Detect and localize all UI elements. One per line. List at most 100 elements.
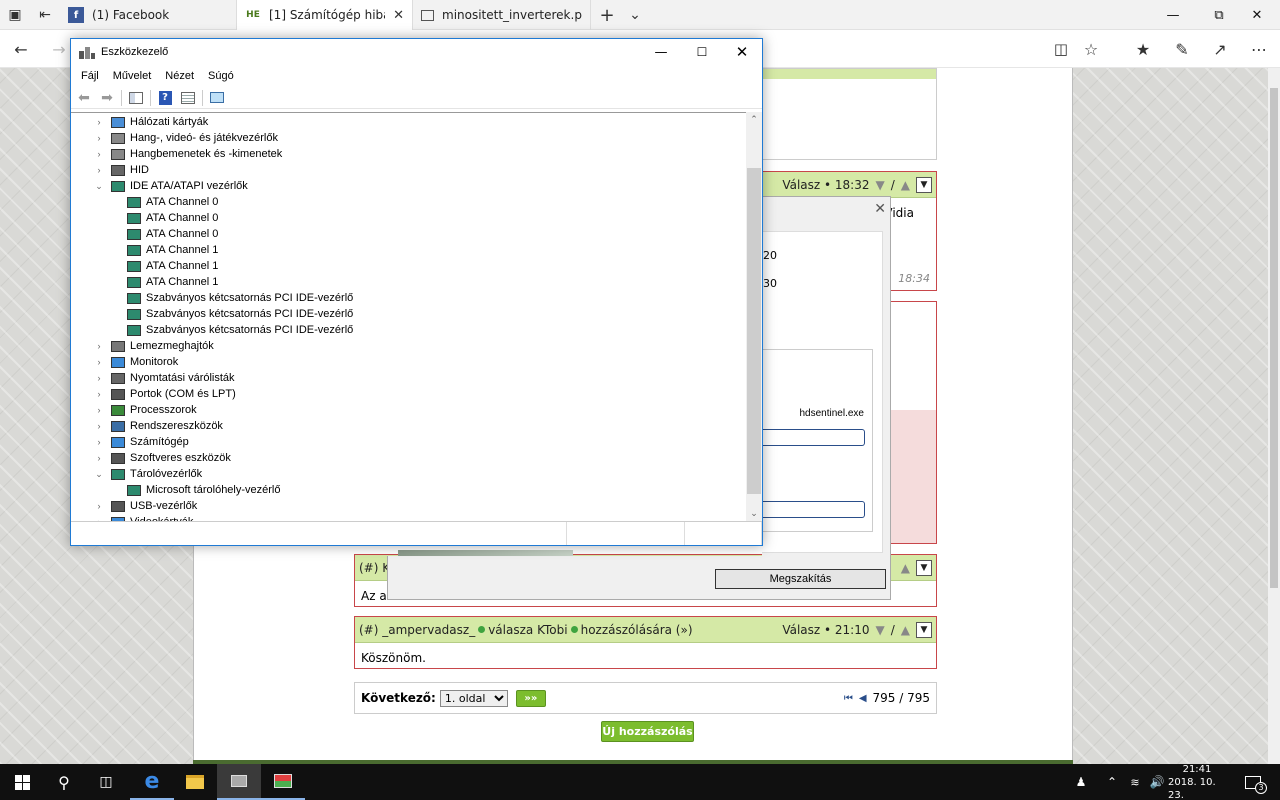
collapsed-chevron-icon[interactable]: ›	[93, 389, 105, 399]
collapsed-chevron-icon[interactable]: ›	[93, 453, 105, 463]
properties-icon[interactable]	[179, 90, 197, 106]
cancel-button[interactable]: Megszakítás	[715, 569, 886, 589]
more-icon[interactable]: ⋯	[1240, 30, 1278, 68]
thumb-up-icon[interactable]: ▲	[901, 178, 910, 192]
post-number[interactable]: (#)	[359, 623, 378, 637]
tree-item[interactable]: › Hangbemenetek és -kimenetek	[71, 146, 747, 162]
post-menu-dropdown[interactable]: ▼	[916, 621, 932, 638]
dialog-close-icon[interactable]: ✕	[874, 201, 886, 217]
tree-item[interactable]: ATA Channel 1	[71, 258, 747, 274]
close-icon[interactable]: ✕	[722, 39, 762, 65]
volume-icon[interactable]: 🔊	[1146, 764, 1168, 800]
menu-action[interactable]: Művelet	[113, 70, 152, 82]
collapsed-chevron-icon[interactable]: ›	[93, 357, 105, 367]
tree-item[interactable]: ATA Channel 1	[71, 274, 747, 290]
maximize-icon[interactable]: ☐	[682, 39, 722, 65]
thumb-down-icon[interactable]: ▼	[875, 623, 884, 637]
tree-item[interactable]: ⌄ IDE ATA/ATAPI vezérlők	[71, 178, 747, 194]
favorites-hub-icon[interactable]: ★	[1124, 30, 1162, 68]
set-aside-tabs-icon[interactable]: ⇤	[30, 0, 60, 30]
first-page-icon[interactable]: ⏮	[844, 693, 853, 704]
scroll-down-icon[interactable]: ⌄	[746, 506, 762, 522]
post-menu-dropdown[interactable]: ▼	[916, 559, 932, 576]
tree-item[interactable]: › Számítógép	[71, 434, 747, 450]
tree-item[interactable]: › Processzorok	[71, 402, 747, 418]
post-meta[interactable]: Válasz • 21:10	[782, 623, 869, 637]
dialog-field[interactable]	[762, 501, 865, 518]
clock[interactable]: 21:41 2018. 10. 23.	[1168, 764, 1226, 800]
help-icon[interactable]: ?	[156, 90, 174, 106]
post-author[interactable]: _ampervadasz_	[382, 623, 475, 637]
post-reply-link[interactable]: hozzászólására (»)	[581, 623, 693, 637]
tree-item[interactable]: › Nyomtatási várólisták	[71, 370, 747, 386]
tree-item[interactable]: › Monitorok	[71, 354, 747, 370]
collapsed-chevron-icon[interactable]: ›	[93, 373, 105, 383]
collapsed-chevron-icon[interactable]: ›	[93, 341, 105, 351]
collapsed-chevron-icon[interactable]: ›	[93, 437, 105, 447]
scan-hardware-icon[interactable]	[208, 90, 226, 106]
post-menu-dropdown[interactable]: ▼	[916, 176, 932, 193]
tree-item[interactable]: ATA Channel 1	[71, 242, 747, 258]
collapsed-chevron-icon[interactable]: ›	[93, 165, 105, 175]
tree-item[interactable]: › Szoftveres eszközök	[71, 450, 747, 466]
back-icon[interactable]: ←	[2, 30, 40, 68]
close-icon[interactable]: ✕	[1234, 0, 1280, 30]
close-tab-icon[interactable]: ✕	[393, 8, 404, 23]
tree-item[interactable]: › USB-vezérlők	[71, 498, 747, 514]
tree-item[interactable]: › Hang-, videó- és játékvezérlők	[71, 130, 747, 146]
collapsed-chevron-icon[interactable]: ›	[93, 117, 105, 127]
menu-help[interactable]: Súgó	[208, 70, 234, 82]
tree-scrollbar[interactable]: ⌃ ⌄	[746, 112, 762, 522]
page-select[interactable]: 1. oldal	[439, 689, 508, 707]
menu-file[interactable]: Fájl	[81, 70, 99, 82]
show-hidden-icons-chevron-icon[interactable]: ⌃	[1100, 764, 1124, 800]
thumb-up-icon[interactable]: ▲	[901, 561, 910, 575]
web-note-icon[interactable]: ✎	[1163, 30, 1201, 68]
collapsed-chevron-icon[interactable]: ›	[93, 405, 105, 415]
tree-item[interactable]: ATA Channel 0	[71, 210, 747, 226]
share-icon[interactable]: ↗	[1201, 30, 1239, 68]
thumb-up-icon[interactable]: ▲	[901, 623, 910, 637]
people-icon[interactable]: ♟	[1068, 764, 1094, 800]
expanded-chevron-icon[interactable]: ⌄	[93, 181, 105, 192]
collapsed-chevron-icon[interactable]: ›	[93, 133, 105, 143]
device-manager-taskbar-icon[interactable]	[217, 764, 261, 800]
post-target-author[interactable]: KTobi	[537, 623, 568, 637]
action-center-icon[interactable]: 3	[1236, 764, 1270, 800]
tree-item[interactable]: › Portok (COM és LPT)	[71, 386, 747, 402]
tree-item[interactable]: › Hálózati kártyák	[71, 114, 747, 130]
forward-arrow-icon[interactable]: ➡	[98, 90, 116, 106]
file-explorer-icon[interactable]	[173, 764, 217, 800]
minimize-icon[interactable]: —	[641, 39, 681, 65]
tree-item[interactable]: ⌄ Tárolóvezérlők	[71, 466, 747, 482]
tree-item[interactable]: › HID	[71, 162, 747, 178]
tab-current[interactable]: HE [1] Számítógép hiba, de ✕	[237, 0, 413, 30]
new-post-button[interactable]: Új hozzászólás	[601, 721, 694, 742]
page-scrollbar[interactable]	[1268, 68, 1280, 764]
hdsentinel-taskbar-icon[interactable]	[261, 764, 305, 800]
tree-item[interactable]: › Lemezmeghajtók	[71, 338, 747, 354]
task-view-icon[interactable]: ◫	[84, 764, 128, 800]
edge-browser-icon[interactable]: e	[130, 764, 174, 800]
tree-item[interactable]: ATA Channel 0	[71, 194, 747, 210]
collapsed-chevron-icon[interactable]: ›	[93, 149, 105, 159]
scrollbar-thumb[interactable]	[747, 168, 761, 494]
prev-page-icon[interactable]: ◀	[859, 693, 867, 704]
tab-manager-icon[interactable]: ▣	[0, 0, 30, 30]
tree-item[interactable]: Microsoft tárolóhely-vezérlő	[71, 482, 747, 498]
search-icon[interactable]: ⚲	[42, 764, 86, 800]
tree-item[interactable]: Szabványos kétcsatornás PCI IDE-vezérlő	[71, 322, 747, 338]
tree-item[interactable]: ATA Channel 0	[71, 226, 747, 242]
dialog-field[interactable]	[762, 429, 865, 446]
thumb-down-icon[interactable]: ▼	[875, 178, 884, 192]
back-arrow-icon[interactable]: ⬅	[75, 90, 93, 106]
tree-item[interactable]: › Rendszereszközök	[71, 418, 747, 434]
favorite-star-icon[interactable]: ☆	[1072, 30, 1110, 68]
post-number[interactable]: (#)	[359, 561, 378, 575]
tab-facebook[interactable]: f (1) Facebook	[60, 0, 237, 30]
menu-view[interactable]: Nézet	[165, 70, 194, 82]
scroll-up-icon[interactable]: ⌃	[746, 112, 762, 128]
scrollbar-thumb[interactable]	[1270, 88, 1278, 588]
show-hide-console-tree-icon[interactable]	[127, 90, 145, 106]
post-meta[interactable]: Válasz • 18:32	[782, 178, 869, 192]
